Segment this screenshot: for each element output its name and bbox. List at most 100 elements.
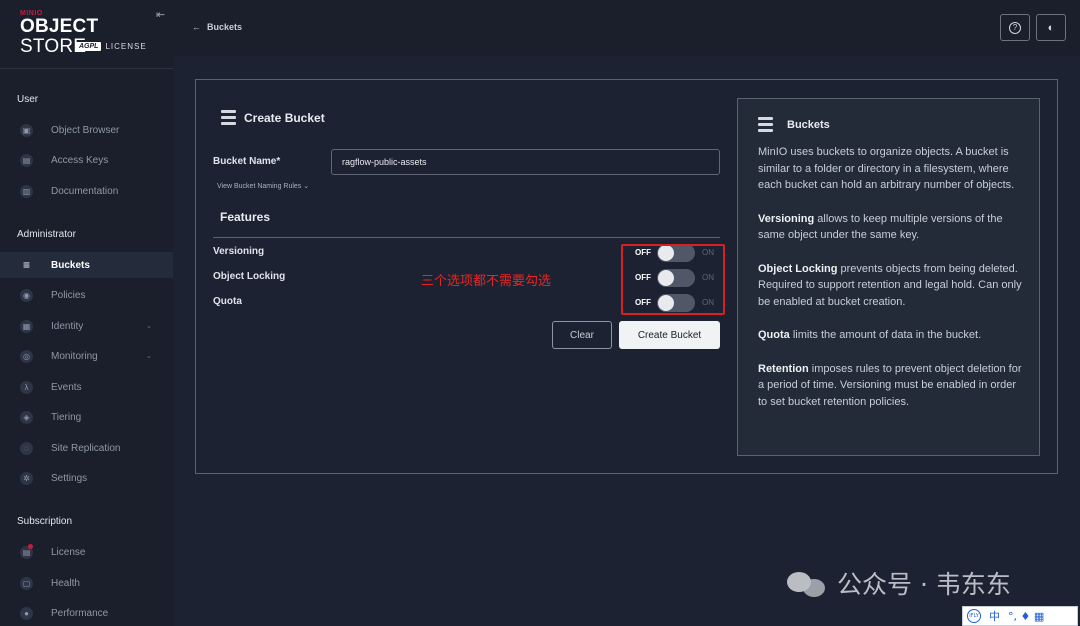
sidebar-item-label: Documentation: [51, 185, 119, 197]
sidebar-item-monitoring[interactable]: ◎ Monitoring ⌄: [0, 343, 173, 369]
back-arrow-icon: ←: [192, 22, 201, 32]
create-bucket-button[interactable]: Create Bucket: [619, 321, 720, 349]
sidebar-item-identity[interactable]: ▦ Identity ⌄: [0, 313, 173, 339]
ime-language[interactable]: 中: [989, 608, 1000, 624]
features-heading: Features: [220, 210, 271, 224]
sidebar-item-access-keys[interactable]: ▤ Access Keys: [0, 147, 173, 173]
view-naming-rules-link[interactable]: View Bucket Naming Rules ⌄: [217, 182, 309, 190]
quota-label: Quota: [213, 296, 242, 307]
sidebar-item-policies[interactable]: ◉ Policies: [0, 282, 173, 308]
chevron-down-icon[interactable]: ⌄: [146, 322, 152, 330]
dark-mode-icon: ◐: [1047, 21, 1055, 34]
chevron-down-icon[interactable]: ⌄: [146, 352, 152, 360]
sidebar-item-label: Monitoring: [51, 350, 98, 362]
buckets-help-box: Buckets MinIO uses buckets to organize o…: [737, 98, 1040, 456]
tiering-icon: ◈: [20, 410, 33, 424]
create-bucket-panel: Create Bucket Bucket Name* ragflow-publi…: [195, 79, 1058, 474]
sidebar-item-label: Tiering: [51, 411, 82, 423]
ime-tools-icon[interactable]: °, ♦ ▦: [1008, 610, 1044, 623]
help-retention: Retention imposes rules to prevent objec…: [758, 361, 1028, 411]
ime-logo-icon: IFLY: [967, 609, 981, 623]
sidebar-item-label: Buckets: [51, 259, 90, 271]
logo-title-bold: OBJECT: [20, 16, 99, 37]
sidebar-item-label: Policies: [51, 289, 86, 301]
performance-icon: ●: [20, 606, 33, 620]
wechat-logo-icon: [787, 568, 827, 598]
section-subscription: Subscription: [17, 516, 73, 527]
annotation-text: 三个选项都不需要勾选: [421, 274, 552, 289]
license-text: LICENSE: [105, 42, 147, 51]
sidebar-item-license[interactable]: ▤ License: [0, 539, 173, 565]
sidebar-divider: [0, 68, 173, 69]
buckets-icon: ≡: [22, 257, 30, 272]
help-term: Object Locking: [758, 262, 838, 275]
health-icon: ▢: [20, 576, 33, 590]
sidebar-item-label: Performance: [51, 607, 109, 619]
notification-dot: [28, 544, 33, 549]
sidebar-item-label: License: [51, 546, 86, 558]
help-quota: Quota limits the amount of data in the b…: [758, 327, 1028, 344]
object-browser-icon: ▣: [20, 123, 33, 137]
bucket-icon: [758, 117, 773, 132]
bucket-name-label: Bucket Name*: [213, 156, 281, 167]
form-title-text: Create Bucket: [244, 110, 325, 125]
top-bar: ← Buckets ? ◐: [173, 0, 1080, 56]
clear-button[interactable]: Clear: [552, 321, 612, 349]
annotation-highlight-box: [621, 244, 725, 315]
bucket-icon: [221, 110, 236, 125]
help-button[interactable]: ?: [1000, 14, 1030, 41]
sidebar-item-label: Site Replication: [51, 442, 121, 454]
help-intro: MinIO uses buckets to organize objects. …: [758, 146, 1015, 191]
help-term: Versioning: [758, 212, 815, 225]
wechat-watermark: 公众号 · 韦东东: [787, 565, 1011, 601]
help-versioning: Versioning allows to keep multiple versi…: [758, 211, 1028, 244]
breadcrumb-label: Buckets: [207, 22, 243, 32]
versioning-label: Versioning: [213, 246, 265, 257]
collapse-sidebar-icon[interactable]: ⇤: [156, 8, 165, 21]
ime-toolbar[interactable]: IFLY 中 °, ♦ ▦: [962, 606, 1078, 626]
watermark-text: 公众号 · 韦东东: [837, 570, 1011, 599]
logo-license: AGPL LICENSE: [76, 42, 147, 51]
agpl-badge: AGPL: [76, 42, 102, 51]
help-object-locking: Object Locking prevents objects from bei…: [758, 261, 1028, 311]
sidebar-item-events[interactable]: λ Events: [0, 374, 173, 400]
sidebar-item-label: Identity: [51, 320, 84, 332]
help-title-text: Buckets: [787, 118, 830, 131]
object-locking-label: Object Locking: [213, 271, 286, 282]
sidebar-item-label: Settings: [51, 472, 88, 484]
sidebar: MINIO OBJECT STORE AGPL LICENSE ⇤ User ▣…: [0, 0, 173, 626]
logo-title: OBJECT STORE: [20, 17, 160, 57]
sidebar-item-object-browser[interactable]: ▣ Object Browser: [0, 117, 173, 143]
sidebar-item-label: Access Keys: [51, 154, 109, 166]
access-keys-icon: ▤: [20, 153, 33, 167]
events-icon: λ: [20, 380, 33, 394]
help-term: Quota: [758, 329, 790, 341]
monitoring-icon: ◎: [20, 349, 33, 363]
minio-logo: MINIO OBJECT STORE AGPL LICENSE: [20, 10, 160, 57]
features-divider: [213, 237, 720, 238]
documentation-icon: ▥: [20, 184, 33, 198]
sidebar-item-label: Object Browser: [51, 124, 120, 136]
settings-icon: ✲: [20, 471, 33, 485]
sidebar-item-label: Events: [51, 381, 82, 393]
theme-toggle-button[interactable]: ◐: [1036, 14, 1066, 41]
sidebar-item-tiering[interactable]: ◈ Tiering: [0, 404, 173, 430]
sidebar-item-label: Health: [51, 577, 80, 589]
section-user: User: [17, 94, 39, 105]
app-root: MINIO OBJECT STORE AGPL LICENSE ⇤ User ▣…: [0, 0, 1080, 626]
help-icon: ?: [1009, 21, 1021, 34]
policies-icon: ◉: [20, 288, 33, 302]
section-administrator: Administrator: [17, 229, 76, 240]
form-title: Create Bucket: [221, 110, 325, 125]
sidebar-item-settings[interactable]: ✲ Settings: [0, 465, 173, 491]
sidebar-item-site-replication[interactable]: ◌ Site Replication: [0, 435, 173, 461]
identity-icon: ▦: [20, 319, 33, 333]
sidebar-item-performance[interactable]: ● Performance: [0, 600, 173, 626]
sidebar-item-documentation[interactable]: ▥ Documentation: [0, 178, 173, 204]
sidebar-item-buckets[interactable]: ≡ Buckets: [0, 252, 173, 278]
back-to-buckets-link[interactable]: ← Buckets: [192, 22, 242, 32]
site-replication-icon: ◌: [20, 441, 33, 455]
bucket-name-input[interactable]: ragflow-public-assets: [331, 149, 720, 175]
sidebar-item-health[interactable]: ▢ Health: [0, 570, 173, 596]
help-desc: limits the amount of data in the bucket.: [789, 329, 982, 341]
